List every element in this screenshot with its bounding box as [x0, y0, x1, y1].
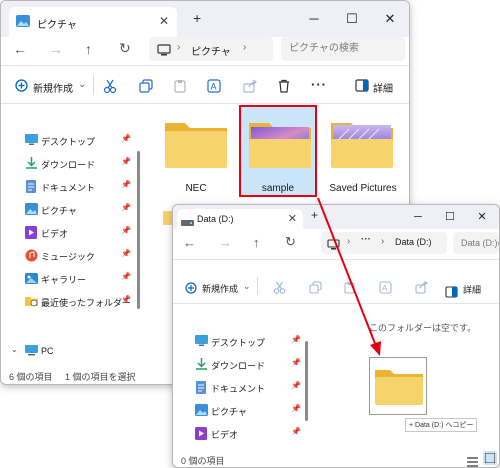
- drag-arrow: [317, 197, 381, 356]
- arrow-head-icon: [370, 341, 381, 356]
